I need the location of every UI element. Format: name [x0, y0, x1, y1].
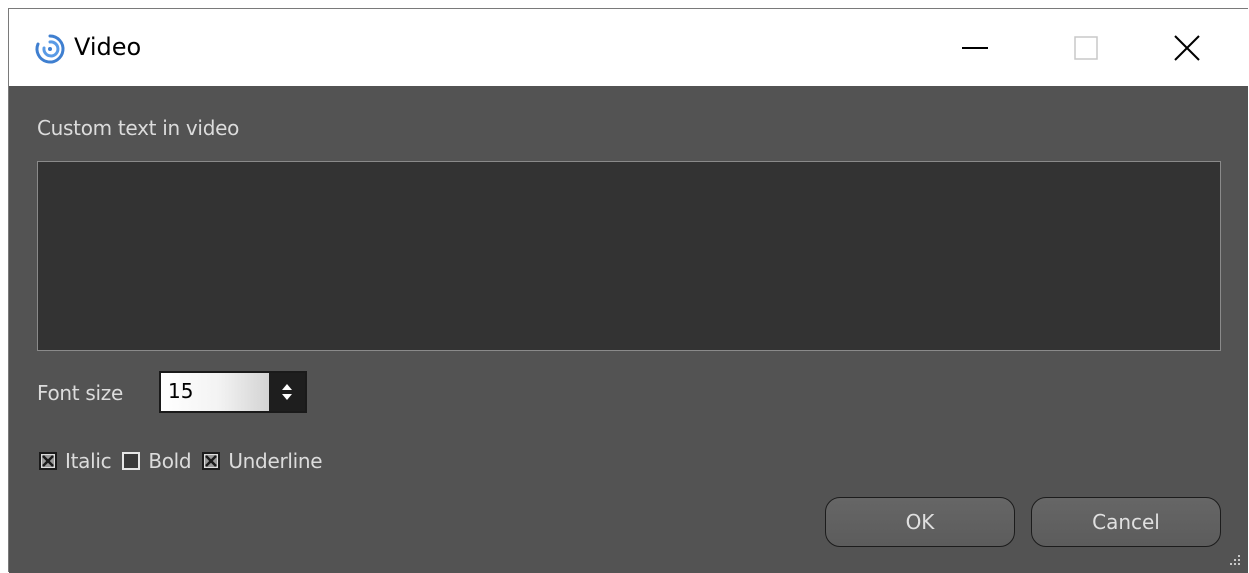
style-options: Italic Bold Underline	[39, 446, 333, 476]
close-button[interactable]	[1137, 9, 1237, 86]
ok-button[interactable]: OK	[825, 497, 1015, 547]
background-app-strip	[0, 0, 1249, 8]
underline-checkbox-box[interactable]	[202, 452, 221, 470]
font-size-stepper[interactable]	[269, 373, 305, 411]
cancel-button[interactable]: Cancel	[1031, 497, 1221, 547]
app-logo-icon	[35, 34, 65, 64]
maximize-icon	[1074, 35, 1098, 60]
checked-x-icon	[205, 455, 218, 467]
spin-up-down-icon	[282, 384, 292, 400]
bold-label: Bold	[148, 449, 192, 473]
checked-x-icon	[42, 455, 54, 467]
font-size-spinbox[interactable]: 15	[159, 371, 307, 413]
video-dialog: Video Custom text in video Font size 15	[8, 8, 1248, 573]
bold-checkbox[interactable]: Bold	[122, 449, 192, 473]
window-title: Video	[74, 33, 142, 61]
font-size-label: Font size	[37, 381, 123, 405]
font-size-value[interactable]: 15	[168, 379, 193, 403]
italic-label: Italic	[65, 449, 112, 473]
close-icon	[1174, 34, 1200, 61]
custom-text-label: Custom text in video	[37, 116, 240, 140]
background-app-edge	[0, 0, 8, 572]
title-bar[interactable]: Video	[9, 9, 1248, 86]
underline-label: Underline	[228, 449, 323, 473]
bold-checkbox-box[interactable]	[122, 452, 141, 470]
resize-grip-icon[interactable]	[1228, 553, 1242, 567]
underline-checkbox[interactable]: Underline	[202, 449, 323, 473]
italic-checkbox[interactable]: Italic	[39, 449, 112, 473]
italic-checkbox-box[interactable]	[39, 452, 57, 470]
minimize-button[interactable]	[925, 9, 1025, 86]
dialog-body: Custom text in video Font size 15 Italic…	[9, 86, 1248, 573]
custom-text-input[interactable]	[37, 161, 1221, 351]
maximize-button	[1036, 9, 1136, 86]
minimize-icon	[962, 46, 988, 49]
